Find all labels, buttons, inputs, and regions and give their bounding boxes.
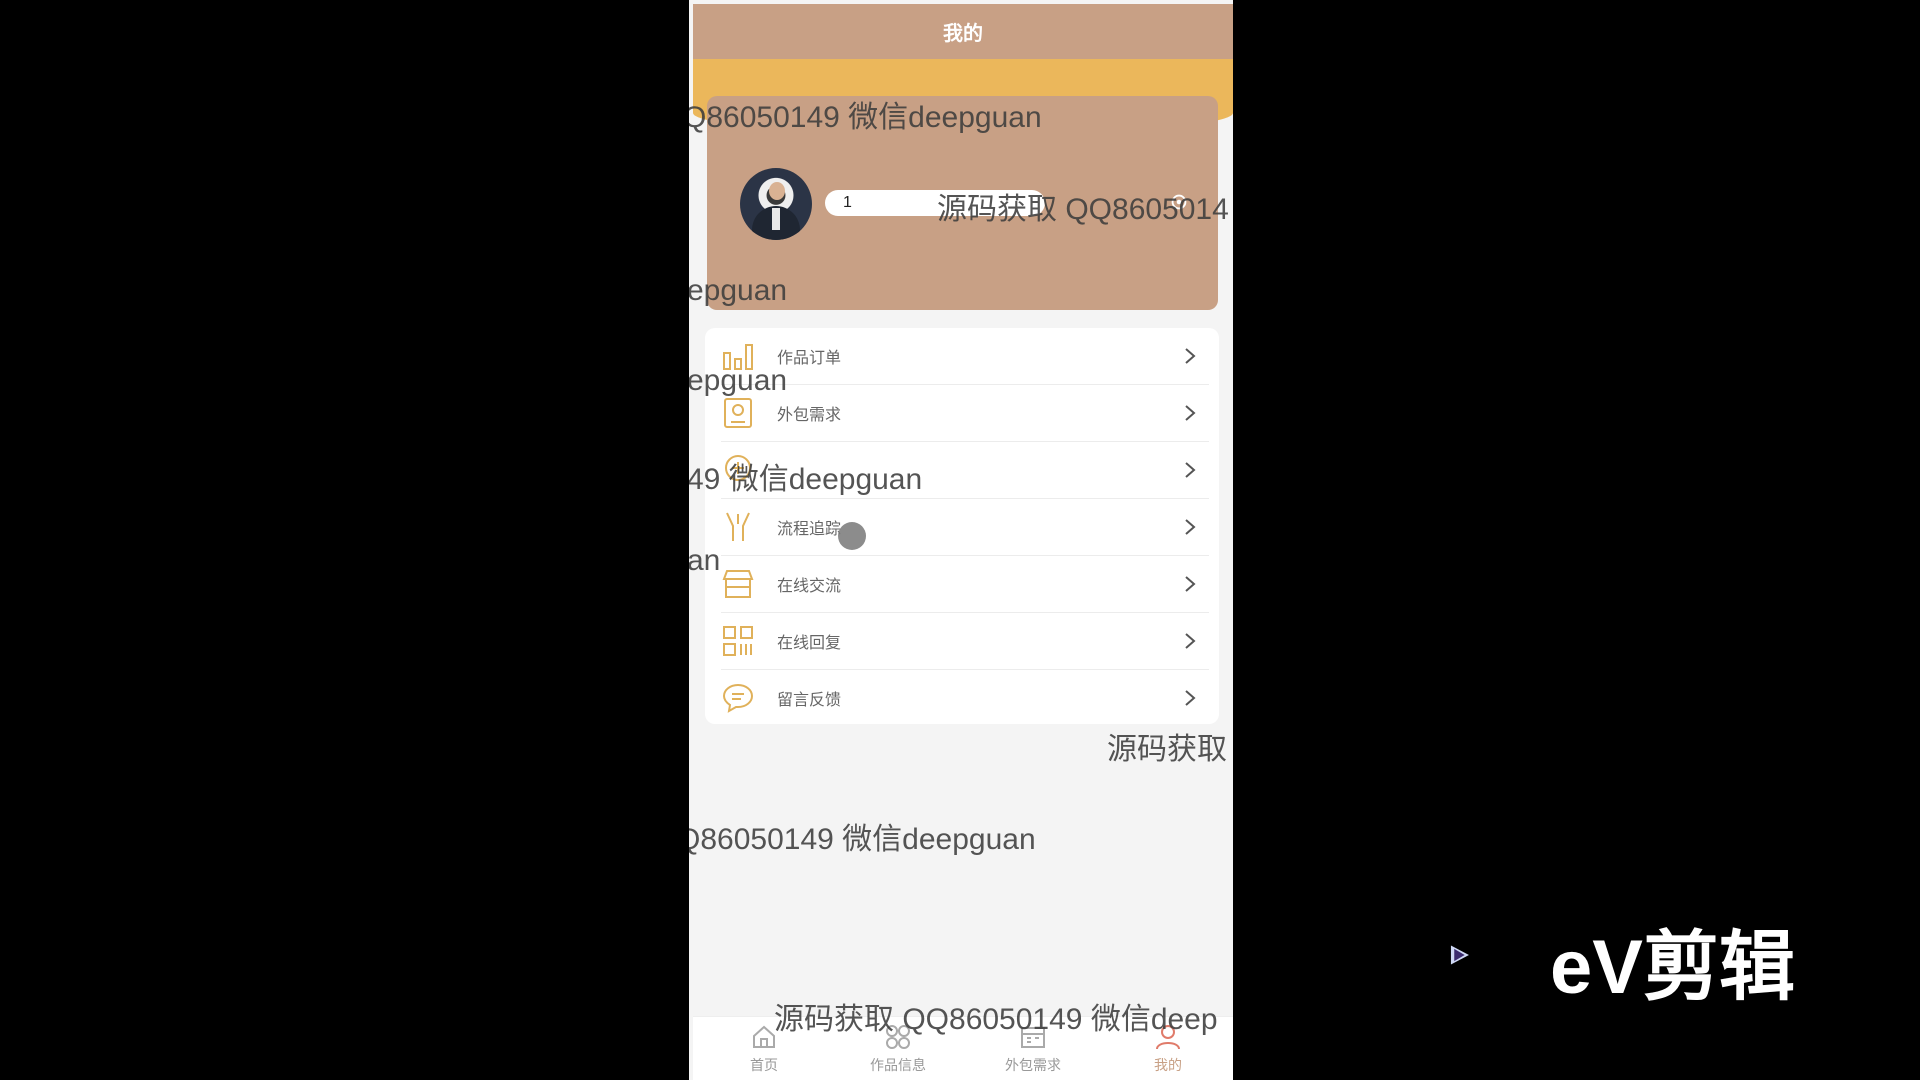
chat-bubble-icon xyxy=(722,683,754,713)
chevron-right-icon xyxy=(1185,576,1196,592)
document-icon xyxy=(724,398,752,428)
chevron-right-icon xyxy=(1185,690,1196,706)
menu-item-label: 在线回复 xyxy=(777,635,842,652)
menu-item-reply[interactable]: 在线回复 xyxy=(721,613,1209,670)
store-icon xyxy=(722,570,754,598)
tab-label: 我的 xyxy=(1154,1057,1182,1073)
chevron-right-icon xyxy=(1185,519,1196,535)
menu-item-label: 外包需求 xyxy=(777,407,842,424)
menu-item-orders[interactable]: 作品订单 xyxy=(721,328,1209,385)
tab-label: 首页 xyxy=(750,1057,778,1073)
menu-item-label: 在线交流 xyxy=(777,578,842,595)
watermark: epguan xyxy=(689,274,788,307)
menu-item-chat[interactable]: 在线交流 xyxy=(721,556,1209,613)
watermark: 源码获取 xyxy=(1107,733,1227,766)
ev-play-icon xyxy=(1450,945,1469,965)
avatar[interactable] xyxy=(740,168,812,240)
menu-item-feedback[interactable]: 留言反馈 xyxy=(721,670,1209,726)
watermark: an xyxy=(689,544,721,577)
ev-brand-logo: eV剪辑 xyxy=(1550,925,1795,1010)
page-title: 我的 xyxy=(693,4,1233,59)
watermark: Q86050149 微信deepguan xyxy=(689,101,1042,134)
watermark: epguan xyxy=(689,364,788,397)
tab-label: 作品信息 xyxy=(870,1057,926,1073)
watermark: 源码获取 QQ8605014 xyxy=(937,193,1229,226)
chevron-right-icon xyxy=(1185,405,1196,421)
watermark: Q86050149 微信deepguan xyxy=(689,823,1036,856)
menu-item-label: 留言反馈 xyxy=(777,692,842,709)
flow-icon xyxy=(726,512,750,541)
chevron-right-icon xyxy=(1185,348,1196,364)
menu-item-label: 流程追踪 xyxy=(777,521,842,538)
tab-label: 外包需求 xyxy=(1005,1057,1061,1073)
menu-item-tracking[interactable]: 流程追踪 xyxy=(721,499,1209,556)
touch-cursor xyxy=(838,522,866,550)
grid-icon xyxy=(723,626,753,656)
menu-item-outsourcing[interactable]: 外包需求 xyxy=(721,385,1209,442)
watermark: 源码获取 QQ86050149 微信deep xyxy=(774,1003,1218,1036)
chevron-right-icon xyxy=(1185,633,1196,649)
phone-screen: 我的 1 作品订单 外包需求 流程追踪 在线交流 在线回复 留言反馈 首页 作品… xyxy=(689,0,1233,1080)
chevron-right-icon xyxy=(1185,462,1196,478)
watermark: 49 微信deepguan xyxy=(689,463,923,496)
